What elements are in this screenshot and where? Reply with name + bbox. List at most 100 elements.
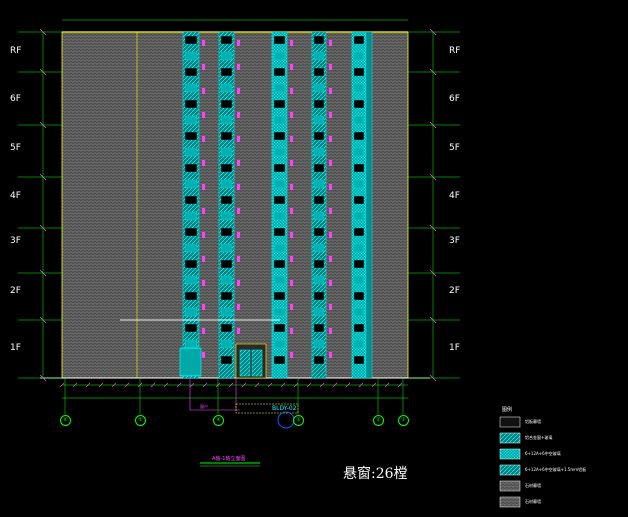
- floor-label-left: RF: [10, 46, 22, 56]
- floor-label-right: 5F: [449, 143, 460, 153]
- floor-label-right: 2F: [449, 286, 460, 296]
- window-pane: [353, 339, 365, 349]
- grid-bubble: ⑤: [135, 415, 146, 426]
- window-marker: [329, 64, 332, 70]
- window-pane: [273, 131, 286, 141]
- window-pane: [220, 323, 233, 333]
- legend-swatch: [499, 496, 521, 508]
- floor-label-right: 3F: [449, 236, 460, 246]
- window-marker: [290, 304, 293, 310]
- window-pane: [273, 147, 286, 157]
- window-marker: [329, 88, 332, 94]
- window-pane: [353, 131, 365, 141]
- window-pane: [313, 115, 325, 125]
- window-marker: [290, 328, 293, 334]
- window-pane: [353, 51, 365, 61]
- window-pane: [313, 179, 325, 189]
- floor-label-right: 4F: [449, 191, 460, 201]
- window-marker: [237, 208, 240, 214]
- window-marker: [329, 304, 332, 310]
- window-pane: [353, 227, 365, 237]
- window-pane: [184, 211, 198, 221]
- window-marker: [329, 40, 332, 46]
- window-pane: [313, 131, 325, 141]
- window-pane: [184, 131, 198, 141]
- window-pane: [313, 291, 325, 301]
- window-pane: [353, 307, 365, 317]
- bottom-dimensions: [59, 382, 408, 399]
- window-pane: [220, 227, 233, 237]
- entrance-door-leaf-left: [239, 349, 251, 377]
- window-marker: [237, 304, 240, 310]
- window-marker: [237, 136, 240, 142]
- window-marker: [329, 112, 332, 118]
- legend-item: 6+12A+6中空玻璃: [525, 451, 561, 456]
- window-pane: [220, 291, 233, 301]
- window-marker: [202, 112, 205, 118]
- window-pane: [353, 99, 365, 109]
- window-marker: [329, 232, 332, 238]
- legend-item: 6+12A+6中空玻璃+1.5mm铝板: [525, 467, 587, 472]
- window-pane: [184, 291, 198, 301]
- window-marker: [329, 328, 332, 334]
- window-pane: [184, 323, 198, 333]
- grid-bubble: ③: [293, 415, 304, 426]
- legend-item: 铝合金窗+玻璃: [525, 435, 553, 440]
- window-marker: [290, 136, 293, 142]
- window-marker: [329, 184, 332, 190]
- window-marker: [202, 256, 205, 262]
- pointer-label: 窗户: [200, 404, 208, 409]
- window-marker: [202, 280, 205, 286]
- window-pane: [313, 227, 325, 237]
- window-marker: [202, 232, 205, 238]
- window-pane: [313, 195, 325, 205]
- tag-circle: [277, 411, 295, 429]
- window-pane: [313, 211, 325, 221]
- window-pane: [353, 291, 365, 301]
- sheet-title: 悬窗:26樘: [343, 466, 408, 482]
- window-pane: [184, 179, 198, 189]
- floor-label-left: 5F: [10, 143, 21, 153]
- window-pane: [273, 179, 286, 189]
- window-pane: [220, 115, 233, 125]
- legend-swatch: [499, 448, 521, 460]
- tag-leader: [189, 378, 240, 411]
- window-pane: [353, 323, 365, 333]
- window-pane: [353, 67, 365, 77]
- window-marker: [290, 112, 293, 118]
- legend-swatch: [499, 416, 521, 428]
- window-pane: [273, 67, 286, 77]
- tag-label: BLDY-02: [272, 405, 297, 412]
- window-marker: [329, 160, 332, 166]
- window-marker: [290, 232, 293, 238]
- window-marker: [290, 184, 293, 190]
- window-pane: [273, 99, 286, 109]
- cyan-strip: [365, 31, 373, 379]
- window-marker: [329, 256, 332, 262]
- legend-title: 图例: [502, 407, 513, 413]
- window-marker: [202, 304, 205, 310]
- window-marker: [329, 136, 332, 142]
- window-pane: [184, 163, 198, 173]
- legend-swatches: [499, 416, 521, 508]
- legend-item: 石材幕墙: [525, 499, 541, 504]
- window-marker: [290, 160, 293, 166]
- window-pane: [220, 243, 233, 253]
- window-pane: [273, 163, 286, 173]
- window-pane: [313, 147, 325, 157]
- window-pane: [313, 259, 325, 269]
- window-pane: [184, 115, 198, 125]
- window-marker: [202, 352, 205, 358]
- window-pane: [220, 275, 233, 285]
- window-pane: [313, 51, 325, 61]
- window-pane: [313, 339, 325, 349]
- legend-item: 铝板幕墙: [525, 419, 541, 424]
- window-pane: [313, 355, 325, 365]
- window-pane: [273, 291, 286, 301]
- window-pane: [184, 227, 198, 237]
- window-marker: [290, 352, 293, 358]
- window-pane: [313, 99, 325, 109]
- window-pane: [273, 339, 286, 349]
- window-pane: [184, 147, 198, 157]
- window-pane: [220, 131, 233, 141]
